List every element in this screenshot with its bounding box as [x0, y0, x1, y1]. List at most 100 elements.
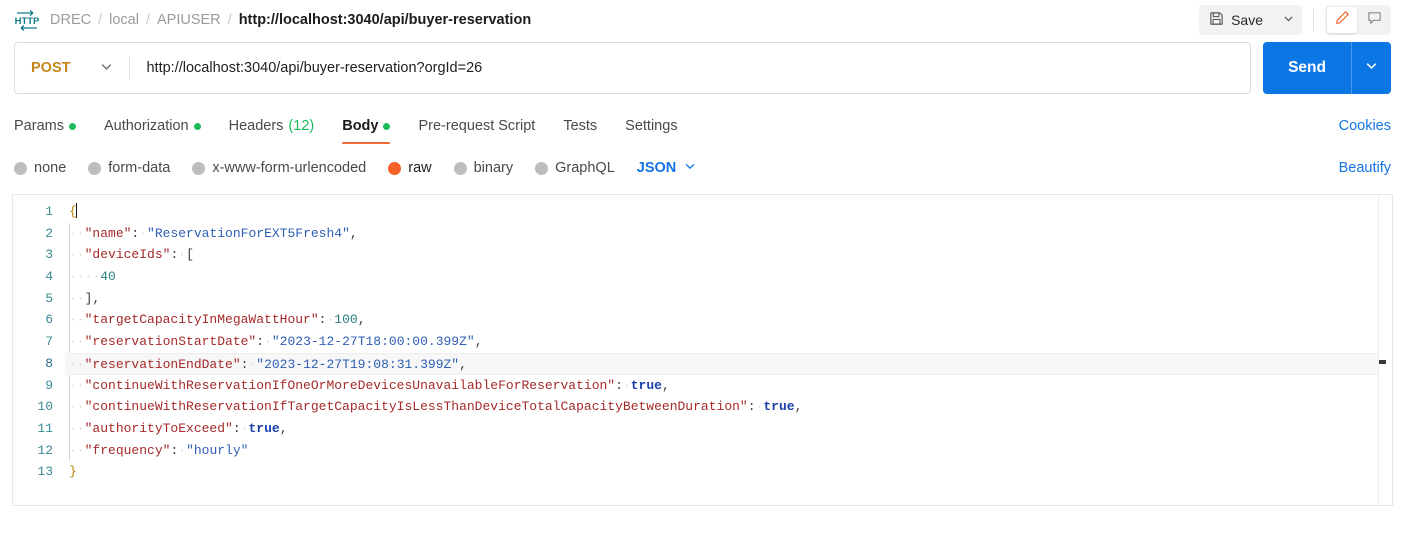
code-token: ···· — [69, 269, 101, 285]
comment-icon — [1367, 10, 1382, 30]
code-token: "authorityToExceed" — [84, 420, 233, 436]
code-line[interactable]: ····40 — [65, 266, 1378, 288]
http-protocol-icon: HTTP — [14, 9, 40, 31]
breadcrumb-item-environment[interactable]: local — [109, 13, 139, 28]
code-token: , — [474, 334, 483, 350]
code-token: ·· — [69, 247, 85, 263]
code-token: 40 — [100, 269, 116, 285]
line-number: 10 — [37, 399, 53, 415]
request-tabs: Params Authorization Headers (12) Body P… — [0, 108, 1405, 144]
code-token: , — [357, 312, 366, 328]
code-line[interactable]: ··"reservationEndDate":·"2023-12-27T19:0… — [65, 352, 1378, 375]
url-input[interactable] — [130, 60, 1251, 76]
tab-authorization-label: Authorization — [103, 118, 189, 134]
chevron-down-icon — [1365, 59, 1378, 77]
top-breadcrumb-bar: HTTP DREC / local / APIUSER / http://loc… — [0, 0, 1405, 40]
body-type-binary[interactable]: binary — [453, 160, 514, 176]
http-method-label: POST — [31, 60, 71, 76]
code-line[interactable]: ··"continueWithReservationIfOneOrMoreDev… — [65, 375, 1378, 397]
chevron-down-icon — [684, 160, 696, 176]
line-number: 9 — [45, 377, 53, 393]
code-token: · — [139, 225, 148, 241]
code-line[interactable]: { — [65, 201, 1378, 223]
modified-dot-icon — [68, 122, 76, 130]
raw-format-selector[interactable]: JSON — [637, 160, 697, 176]
body-type-raw-label: raw — [408, 160, 432, 176]
body-type-graphql[interactable]: GraphQL — [535, 160, 615, 176]
code-token: ·· — [69, 334, 85, 350]
radio-icon — [535, 161, 549, 175]
send-options-dropdown[interactable] — [1351, 42, 1391, 94]
code-token: , — [349, 225, 358, 241]
modified-dot-icon — [383, 122, 391, 130]
breadcrumb-item-workspace[interactable]: DREC — [50, 13, 91, 28]
radio-icon — [192, 161, 206, 175]
code-token: "frequency" — [84, 442, 171, 458]
tab-body[interactable]: Body — [342, 108, 391, 144]
svg-text:HTTP: HTTP — [15, 16, 40, 27]
body-type-none[interactable]: none — [14, 160, 66, 176]
send-button-group: Send — [1263, 42, 1391, 94]
code-token: · — [178, 247, 187, 263]
code-token: · — [622, 377, 631, 393]
http-method-selector[interactable]: POST — [15, 43, 129, 93]
code-line[interactable]: ··"deviceIds":·[ — [65, 244, 1378, 266]
tab-headers-label: Headers — [228, 118, 284, 134]
body-type-raw[interactable]: raw — [388, 160, 432, 176]
body-type-urlencoded[interactable]: x-www-form-urlencoded — [192, 160, 366, 176]
code-token: · — [264, 334, 272, 350]
code-line[interactable]: } — [65, 461, 1378, 483]
code-token: : — [256, 334, 265, 350]
comments-button[interactable] — [1359, 7, 1389, 33]
code-token: : — [615, 377, 623, 393]
code-token: "continueWithReservationIfOneOrMoreDevic… — [84, 377, 616, 393]
code-token: true — [248, 420, 280, 436]
chevron-down-icon — [100, 60, 113, 77]
code-token: ·· — [69, 399, 85, 415]
line-number: 13 — [37, 464, 53, 480]
tab-pre-request-script[interactable]: Pre-request Script — [418, 108, 535, 144]
code-line[interactable]: ··"continueWithReservationIfTargetCapaci… — [65, 396, 1378, 418]
tab-tests[interactable]: Tests — [563, 108, 597, 144]
request-body-editor[interactable]: 1 2 3 4 5 6 7 8 9 10 11 12 13 {··"name":·"Reservatio… — [12, 194, 1393, 506]
line-number: 2 — [45, 225, 53, 241]
code-line[interactable]: ··"reservationStartDate":·"2023-12-27T18… — [65, 331, 1378, 353]
code-token: ·· — [69, 442, 85, 458]
breadcrumb-item-folder[interactable]: APIUSER — [157, 13, 221, 28]
editor-vertical-scrollbar[interactable] — [1386, 195, 1392, 505]
code-token: , — [92, 290, 101, 306]
code-token: "ReservationForEXT5Fresh4" — [147, 225, 350, 241]
tab-settings[interactable]: Settings — [625, 108, 677, 144]
body-type-form-data[interactable]: form-data — [88, 160, 170, 176]
editor-code-area[interactable]: {··"name":·"ReservationForEXT5Fresh4", ··… — [65, 195, 1378, 505]
edit-mode-button[interactable] — [1327, 7, 1357, 33]
tab-params[interactable]: Params — [14, 108, 76, 144]
breadcrumb-separator: / — [98, 11, 103, 28]
code-token: ·· — [69, 420, 85, 436]
code-token: "name" — [84, 225, 132, 241]
code-line[interactable]: ··], — [65, 288, 1378, 310]
send-button[interactable]: Send — [1263, 42, 1351, 94]
code-line[interactable]: ··"name":·"ReservationForEXT5Fresh4", — [65, 223, 1378, 245]
save-button-label: Save — [1231, 12, 1263, 28]
tab-authorization[interactable]: Authorization — [104, 108, 201, 144]
code-line[interactable]: ··"frequency":·"hourly" — [65, 440, 1378, 462]
line-number: 12 — [37, 442, 53, 458]
code-line[interactable]: ··"authorityToExceed":·true, — [65, 418, 1378, 440]
tab-headers[interactable]: Headers (12) — [229, 108, 315, 144]
radio-selected-icon — [388, 161, 402, 175]
breadcrumb-current-request[interactable]: http://localhost:3040/api/buyer-reservat… — [239, 13, 532, 28]
pencil-icon — [1335, 10, 1350, 30]
body-type-binary-label: binary — [473, 160, 514, 176]
breadcrumb-separator: / — [227, 11, 232, 28]
save-button[interactable]: Save — [1199, 5, 1274, 35]
cookies-link[interactable]: Cookies — [1339, 118, 1391, 134]
body-type-graphql-label: GraphQL — [555, 160, 615, 176]
code-token: ·· — [69, 290, 85, 306]
code-line[interactable]: ··"targetCapacityInMegaWattHour":·100, — [65, 309, 1378, 331]
breadcrumb-separator: / — [145, 11, 150, 28]
save-options-dropdown[interactable] — [1274, 5, 1302, 35]
save-button-group: Save — [1199, 5, 1302, 35]
code-token: ·· — [69, 312, 85, 328]
beautify-link[interactable]: Beautify — [1339, 160, 1391, 176]
